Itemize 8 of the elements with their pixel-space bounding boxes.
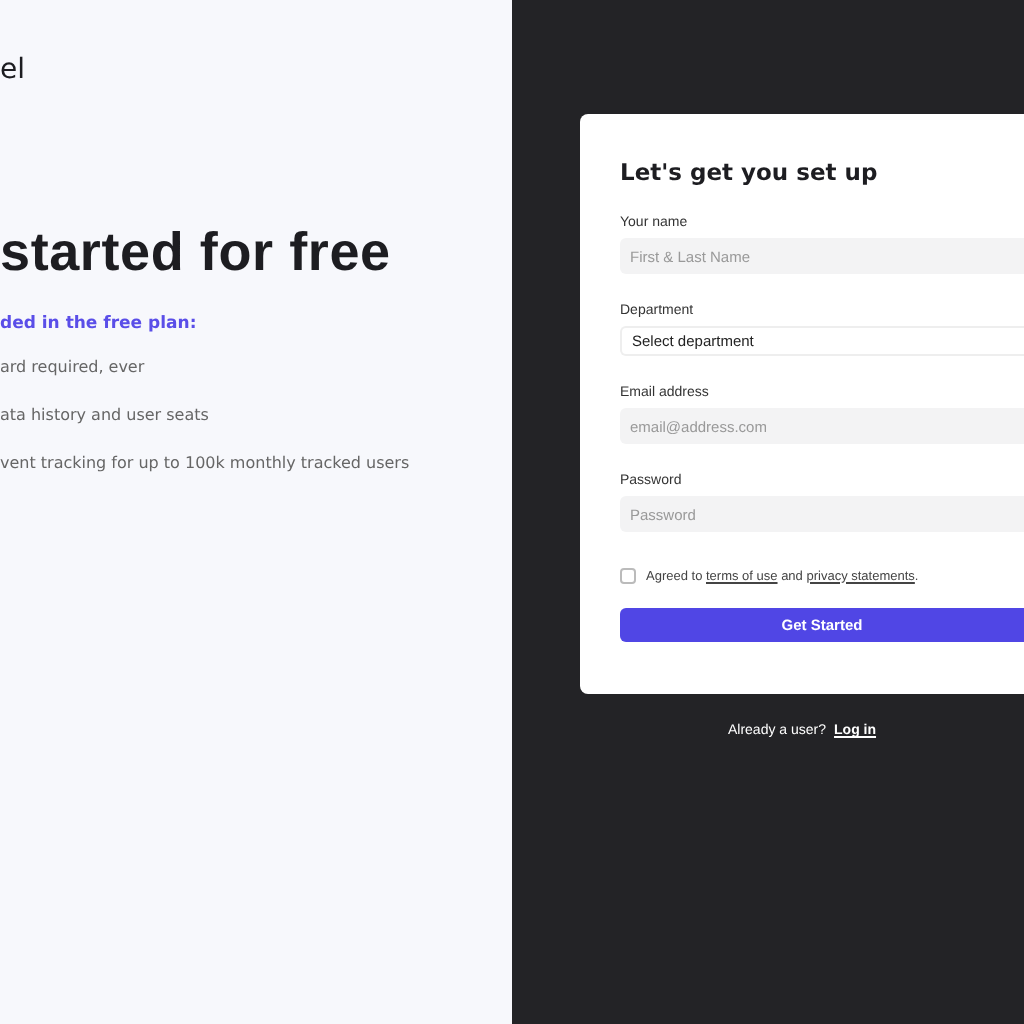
feature-text: vent tracking for up to 100k monthly tracked users [0,454,412,472]
plan-subtitle: ded in the free plan: [0,314,199,334]
consent-checkbox[interactable] [620,568,636,584]
form-title: Let's get you set up [620,158,880,186]
page-heading: started for free [0,222,393,282]
feature-text: ard required, ever [0,358,147,376]
feature-text: ata history and user seats [0,406,211,424]
brand-logo-text: el [0,54,28,86]
